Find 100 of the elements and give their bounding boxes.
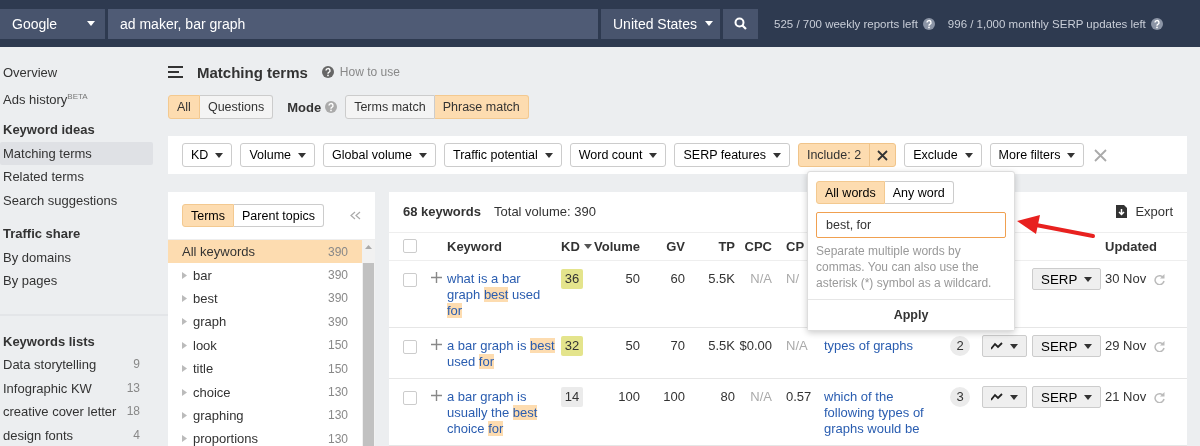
- caret-icon: [1084, 343, 1093, 349]
- column-header[interactable]: Volume: [594, 238, 640, 254]
- panel-tab[interactable]: Parent topics: [234, 204, 324, 227]
- filter-button[interactable]: Volume: [240, 143, 316, 167]
- refresh-icon: [1154, 340, 1166, 352]
- nav-item[interactable]: By domains: [0, 245, 153, 269]
- nav-item[interactable]: Search suggestions: [0, 188, 153, 212]
- caret-icon: [215, 152, 224, 158]
- include-field[interactable]: best, for: [816, 212, 1006, 238]
- engine-select[interactable]: Google: [0, 8, 105, 39]
- nav-item[interactable]: Related terms: [0, 165, 153, 189]
- table-cell-text: 60: [669, 271, 685, 287]
- table-cell-text: 5.5K: [707, 271, 735, 287]
- filter-button[interactable]: SERP features: [674, 143, 790, 167]
- filter-button[interactable]: Include: 2: [797, 143, 897, 167]
- nav-item[interactable]: Overview: [0, 61, 153, 85]
- column-header[interactable]: CP: [786, 238, 805, 254]
- term-item[interactable]: look 150: [168, 333, 362, 357]
- caret-icon: [419, 152, 427, 158]
- column-header[interactable]: GV: [666, 238, 685, 254]
- term-item[interactable]: All keywords 390: [168, 240, 362, 264]
- section-heading: Keywords lists: [2, 332, 96, 351]
- term-item[interactable]: choice 130: [168, 380, 362, 404]
- close-icon: [877, 149, 889, 161]
- checkbox[interactable]: [403, 273, 417, 287]
- parent-topic-link[interactable]: which of the following types of graphs would be: [824, 389, 950, 437]
- help-icon: [1150, 17, 1163, 30]
- nav-item[interactable]: Matching terms: [0, 141, 153, 165]
- match-tab[interactable]: Any word: [884, 181, 954, 204]
- apply-button[interactable]: Apply: [808, 299, 1014, 330]
- column-header[interactable]: KD: [561, 238, 580, 254]
- column-header[interactable]: TP: [718, 238, 735, 254]
- caret-icon: [705, 21, 714, 26]
- trend-icon: [991, 342, 1003, 350]
- serp-button[interactable]: SERP: [1032, 335, 1102, 357]
- download-icon: [1116, 205, 1128, 219]
- filter-button[interactable]: Global volume: [323, 143, 436, 167]
- caret-icon: [544, 152, 553, 158]
- export-button[interactable]: Export: [1116, 204, 1173, 220]
- column-header[interactable]: Keyword: [447, 238, 502, 254]
- segment-tab[interactable]: All: [168, 95, 200, 119]
- table-cell: 30 Nov: [1105, 271, 1147, 287]
- nav-item[interactable]: Infographic KW: [0, 376, 92, 400]
- expand-icon: [182, 435, 187, 443]
- keyword-link[interactable]: what is a bar graph best used for: [447, 271, 561, 319]
- filter-button[interactable]: More filters: [989, 143, 1085, 167]
- term-item[interactable]: title 150: [168, 356, 362, 381]
- checkbox[interactable]: [403, 239, 417, 254]
- match-tab[interactable]: All words: [816, 181, 885, 204]
- column-header[interactable]: CPC: [744, 238, 772, 254]
- segment-tab[interactable]: Questions: [199, 95, 274, 119]
- item-count: 4: [133, 426, 140, 444]
- segment-tab[interactable]: Terms match: [345, 95, 435, 119]
- table-cell-text: 50: [624, 271, 640, 287]
- segment-tab[interactable]: Phrase match: [434, 95, 529, 119]
- checkbox[interactable]: [403, 391, 417, 405]
- serp-button[interactable]: SERP: [1032, 268, 1102, 290]
- term-item[interactable]: proportions 130: [168, 427, 362, 446]
- term-item[interactable]: best 390: [168, 286, 362, 311]
- caret-icon: [1010, 394, 1018, 400]
- term-item[interactable]: graph 390: [168, 310, 362, 334]
- filter-button[interactable]: KD: [182, 143, 233, 167]
- keyword-count: 68 keywords: [403, 204, 482, 220]
- term-item[interactable]: bar 390: [168, 263, 362, 287]
- table-cell-text: N/A: [749, 389, 772, 405]
- filter-button[interactable]: Traffic potential: [444, 143, 562, 167]
- trend-icon: [991, 393, 1003, 401]
- nav-item[interactable]: Ads history$^{BETA}$: [0, 84, 153, 108]
- expand-icon: [182, 411, 187, 419]
- caret-icon: [964, 152, 973, 158]
- caret-icon: [1084, 276, 1093, 282]
- column-header[interactable]: Updated: [1105, 238, 1157, 254]
- nav-item[interactable]: design fonts: [0, 423, 74, 446]
- checkbox[interactable]: [403, 340, 417, 354]
- nav-item[interactable]: creative cover letter: [0, 400, 117, 424]
- table-cell: 21 Nov: [1105, 389, 1147, 405]
- country-select[interactable]: United States: [601, 8, 720, 39]
- keyword-link[interactable]: a bar graph is usually the best choice for: [447, 389, 561, 437]
- search-button[interactable]: [723, 8, 758, 39]
- keyword-link[interactable]: a bar graph is best used for: [447, 338, 561, 370]
- trend-button[interactable]: [982, 386, 1027, 408]
- parent-topic-link[interactable]: types of graphs: [824, 338, 950, 354]
- panel-tab[interactable]: Terms: [182, 204, 235, 227]
- nav-item[interactable]: Data storytelling: [0, 353, 97, 377]
- add-icon: [431, 272, 442, 283]
- trend-button[interactable]: [982, 335, 1027, 357]
- filter-button[interactable]: Word count: [569, 143, 667, 167]
- search-field[interactable]: ad maker, bar graph: [108, 8, 598, 39]
- count-badge: 2: [950, 336, 970, 356]
- add-icon: [431, 390, 442, 401]
- scroll-up-icon: [365, 245, 372, 249]
- caret-icon: [772, 152, 781, 158]
- serp-button[interactable]: SERP: [1032, 386, 1102, 408]
- term-item[interactable]: graphing 130: [168, 403, 362, 428]
- difficulty-badge: 32: [561, 336, 583, 356]
- nav-item[interactable]: By pages: [0, 269, 153, 293]
- table-cell-text: 80: [719, 389, 735, 405]
- filter-button[interactable]: Exclude: [904, 143, 982, 167]
- section-heading: Traffic share: [2, 225, 82, 243]
- item-count: 9: [133, 356, 140, 373]
